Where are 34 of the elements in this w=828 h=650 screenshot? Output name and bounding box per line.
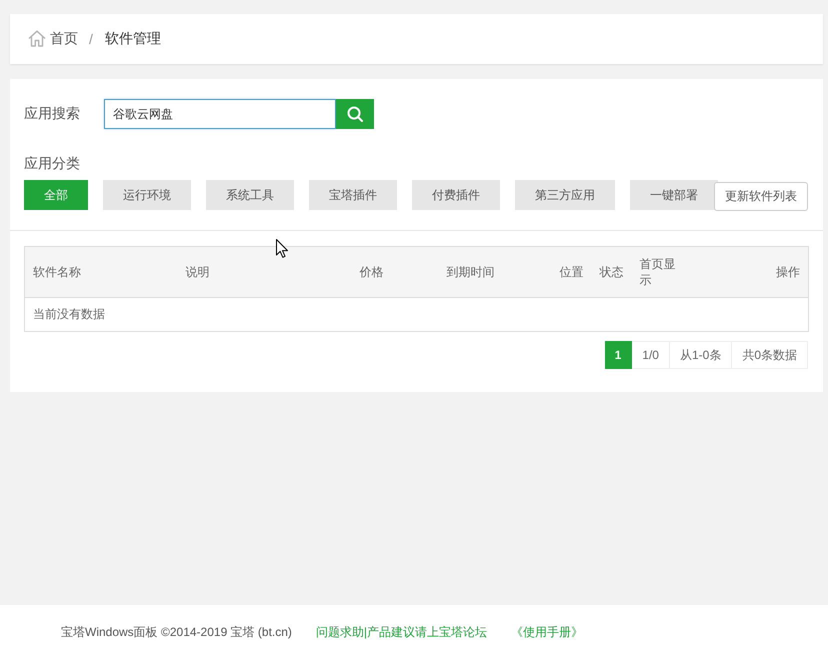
search-label: 应用搜索 — [24, 105, 81, 123]
category-tab[interactable]: 一键部署 — [630, 180, 718, 210]
column-header: 位置 — [502, 246, 592, 298]
mouse-pointer-icon — [276, 239, 288, 258]
home-link[interactable]: 首页 — [50, 30, 78, 48]
record-range: 从1-0条 — [670, 341, 732, 369]
footer-link[interactable]: 《使用手册》 — [511, 624, 584, 640]
current-page-title: 软件管理 — [104, 30, 161, 48]
column-header: 首页显示 — [632, 246, 684, 298]
breadcrumb-separator: / — [89, 31, 93, 47]
category-tab[interactable]: 系统工具 — [206, 180, 294, 210]
column-header: 说明 — [178, 246, 300, 298]
search-field[interactable]: 谷歌云网盘 — [104, 99, 336, 129]
column-header: 状态 — [592, 246, 632, 298]
search-button[interactable] — [336, 99, 374, 129]
column-header: 到期时间 — [392, 246, 502, 298]
refresh-list-button[interactable]: 更新软件列表 — [714, 182, 808, 211]
category-tab[interactable]: 全部 — [24, 180, 88, 210]
page-count: 1/0 — [632, 341, 670, 369]
current-page-number[interactable]: 1 — [604, 341, 632, 369]
category-label: 应用分类 — [24, 155, 80, 171]
footer-link[interactable]: 问题求助|产品建议请上宝塔论坛 — [316, 624, 488, 640]
column-header: 价格 — [300, 246, 392, 298]
category-tab[interactable]: 付费插件 — [412, 180, 500, 210]
search-icon — [347, 106, 363, 122]
column-header: 软件名称 — [24, 246, 178, 298]
total-records: 共0条数据 — [732, 341, 808, 369]
category-tab[interactable]: 第三方应用 — [515, 180, 615, 210]
column-header: 操作 — [684, 246, 808, 298]
category-tab[interactable]: 运行环境 — [103, 180, 191, 210]
home-icon — [28, 30, 46, 46]
empty-message: 当前没有数据 — [24, 298, 808, 332]
category-tab[interactable]: 宝塔插件 — [309, 180, 397, 210]
copyright-text: 宝塔Windows面板 ©2014-2019 宝塔 (bt.cn) — [61, 624, 292, 640]
